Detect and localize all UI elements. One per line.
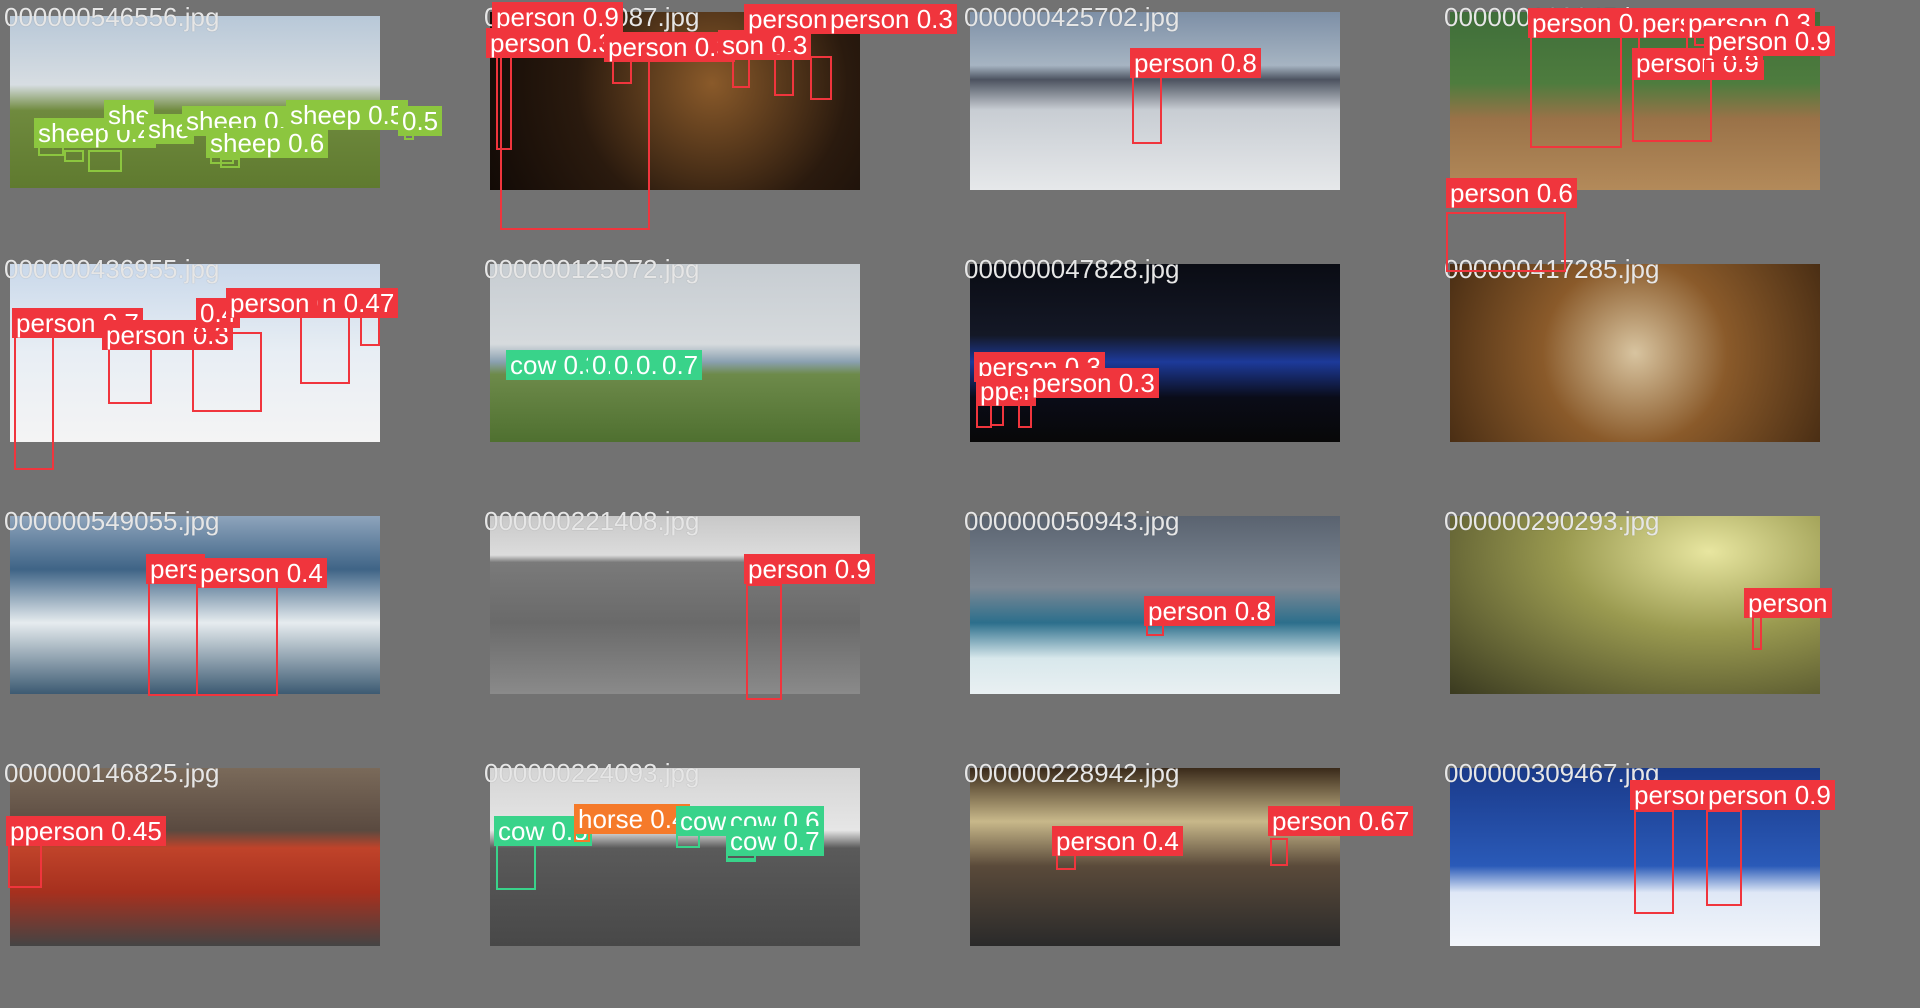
bounding-box-person [810,56,832,100]
mosaic-tile: 000000546556.jpg sheep 0.4 she she sheep 0.5… [0,0,480,252]
mosaic-tile: 000000436955.jpg person 0.7 person 0.3 0.4 p… [0,252,480,504]
bounding-box-person [196,578,278,696]
detections-layer: person 0.9 person 0.3 person 0.3 son 0.3 per… [480,0,960,252]
detections-layer: cow 0.30.40.50.70.7 [480,252,960,504]
detection-label: sheep 0.5 [286,100,409,130]
bounding-box-person [108,346,152,404]
bounding-box-person [300,316,350,384]
detections-layer: person 0.8 [960,0,1440,252]
detection-label: person 0.3 [604,32,735,62]
mosaic-tile: 000000221408.jpg person 0.9 [480,504,960,756]
detections-layer: person 0.9 [480,504,960,756]
mosaic-grid: 000000546556.jpg sheep 0.4 she she sheep 0.5… [0,0,1920,1008]
bounding-box-person [14,330,54,470]
bounding-box-person [774,52,794,96]
detection-label: 0.5 [398,106,443,136]
mosaic-tile: 000000549055.jpg pers person 0.4 [0,504,480,756]
detection-label: pperson 0.45 [6,816,166,846]
bounding-box-person [192,332,262,412]
mosaic-tile: 000000228942.jpg person 0.4 person 0.67 [960,756,1440,1008]
detection-label: son 0.3 [718,30,812,60]
bounding-box-person [148,578,198,696]
detection-label: 0.7 [658,350,703,380]
detections-layer: person 0.9 person person 0.3 person 0.9 pers… [1440,0,1920,272]
bounding-box-person [8,840,42,888]
detection-label: person [1744,588,1832,618]
mosaic-tile: 000000290293.jpg person [1440,504,1920,756]
detection-label: cow [676,806,731,836]
mosaic-tile: 000000525087.jpgperson 0.9person 0.3pers… [480,0,960,252]
mosaic-tile: 000000047828.jpg person 0.3 pper person 0.3 [960,252,1440,504]
mosaic-tile: 000000309467.jpg person person 0.9 [1440,756,1920,1008]
detection-label: person 0.9 [1704,780,1835,810]
detection-label: person 0.6 [1446,178,1577,208]
detection-label: person 0.4 [196,558,327,588]
detections-layer: person 0.7 person 0.3 0.4 person 0.3 n 0.47 [0,252,480,504]
detections-layer: person [1440,504,1920,756]
detection-label: person 0.8 [1144,596,1275,626]
detection-label: person 0.8 [1130,48,1261,78]
mosaic-tile: 000000224093.jpg cow 0.5 horse 0.4 cow cow 0… [480,756,960,1008]
bounding-box-person [1132,72,1162,144]
detection-label: person 0.9 [744,554,875,584]
detection-label: cow 0.7 [726,826,824,856]
detection-label: person 0.3 [826,4,957,34]
mosaic-tile: 000000425702.jpg person 0.8 [960,0,1440,252]
detection-label: person 0.3 [1028,368,1159,398]
bounding-box-sheep [88,150,122,172]
detections-layer: person 0.8 [960,504,1440,756]
bounding-box-person [746,584,782,700]
bounding-box-person [1530,30,1622,148]
detections-layer: person person 0.9 [1440,756,1920,1008]
bounding-box-person [360,316,380,346]
bounding-box-person [1704,60,1764,80]
bounding-box-person [1270,838,1288,866]
detection-label: n 0.47 [318,288,399,318]
mosaic-tile: 000000120345.jpgperson 0.9personperson 0… [1440,0,1920,272]
detections-layer [1440,252,1920,504]
detections-layer: cow 0.5 horse 0.4 cow cow 0.6 cow 0.7 [480,756,960,1008]
bounding-box-person [1706,810,1742,906]
detection-label: person 0.4 [1052,826,1183,856]
bounding-box-person [1632,78,1712,142]
mosaic-tile: 000000146825.jpg pperson 0.45 [0,756,480,1008]
detection-label: horse 0.4 [574,804,691,834]
mosaic-tile: 000000125072.jpgcow 0.30.40.50.70.7 [480,252,960,504]
mosaic-tile: 000000050943.jpg person 0.8 [960,504,1440,756]
detections-layer: person 0.3 pper person 0.3 [960,252,1440,504]
detections-layer: pperson 0.45 [0,756,480,1008]
mosaic-tile: 000000417285.jpg [1440,252,1920,504]
bounding-box-sheep [64,150,84,162]
detections-layer: pers person 0.4 [0,504,480,756]
detection-label: person 0.9 [1704,26,1835,56]
bounding-box-person [1634,810,1674,914]
detections-layer: person 0.4 person 0.67 [960,756,1440,1008]
detections-layer: sheep 0.4 she she sheep 0.5 sheep 0.5 sheep 0… [0,0,480,252]
detection-label: person 0.67 [1268,806,1414,836]
bounding-box-sheep [220,158,240,168]
detection-label: person 0.3 [486,28,617,58]
detection-label: sheep 0.6 [206,128,329,158]
